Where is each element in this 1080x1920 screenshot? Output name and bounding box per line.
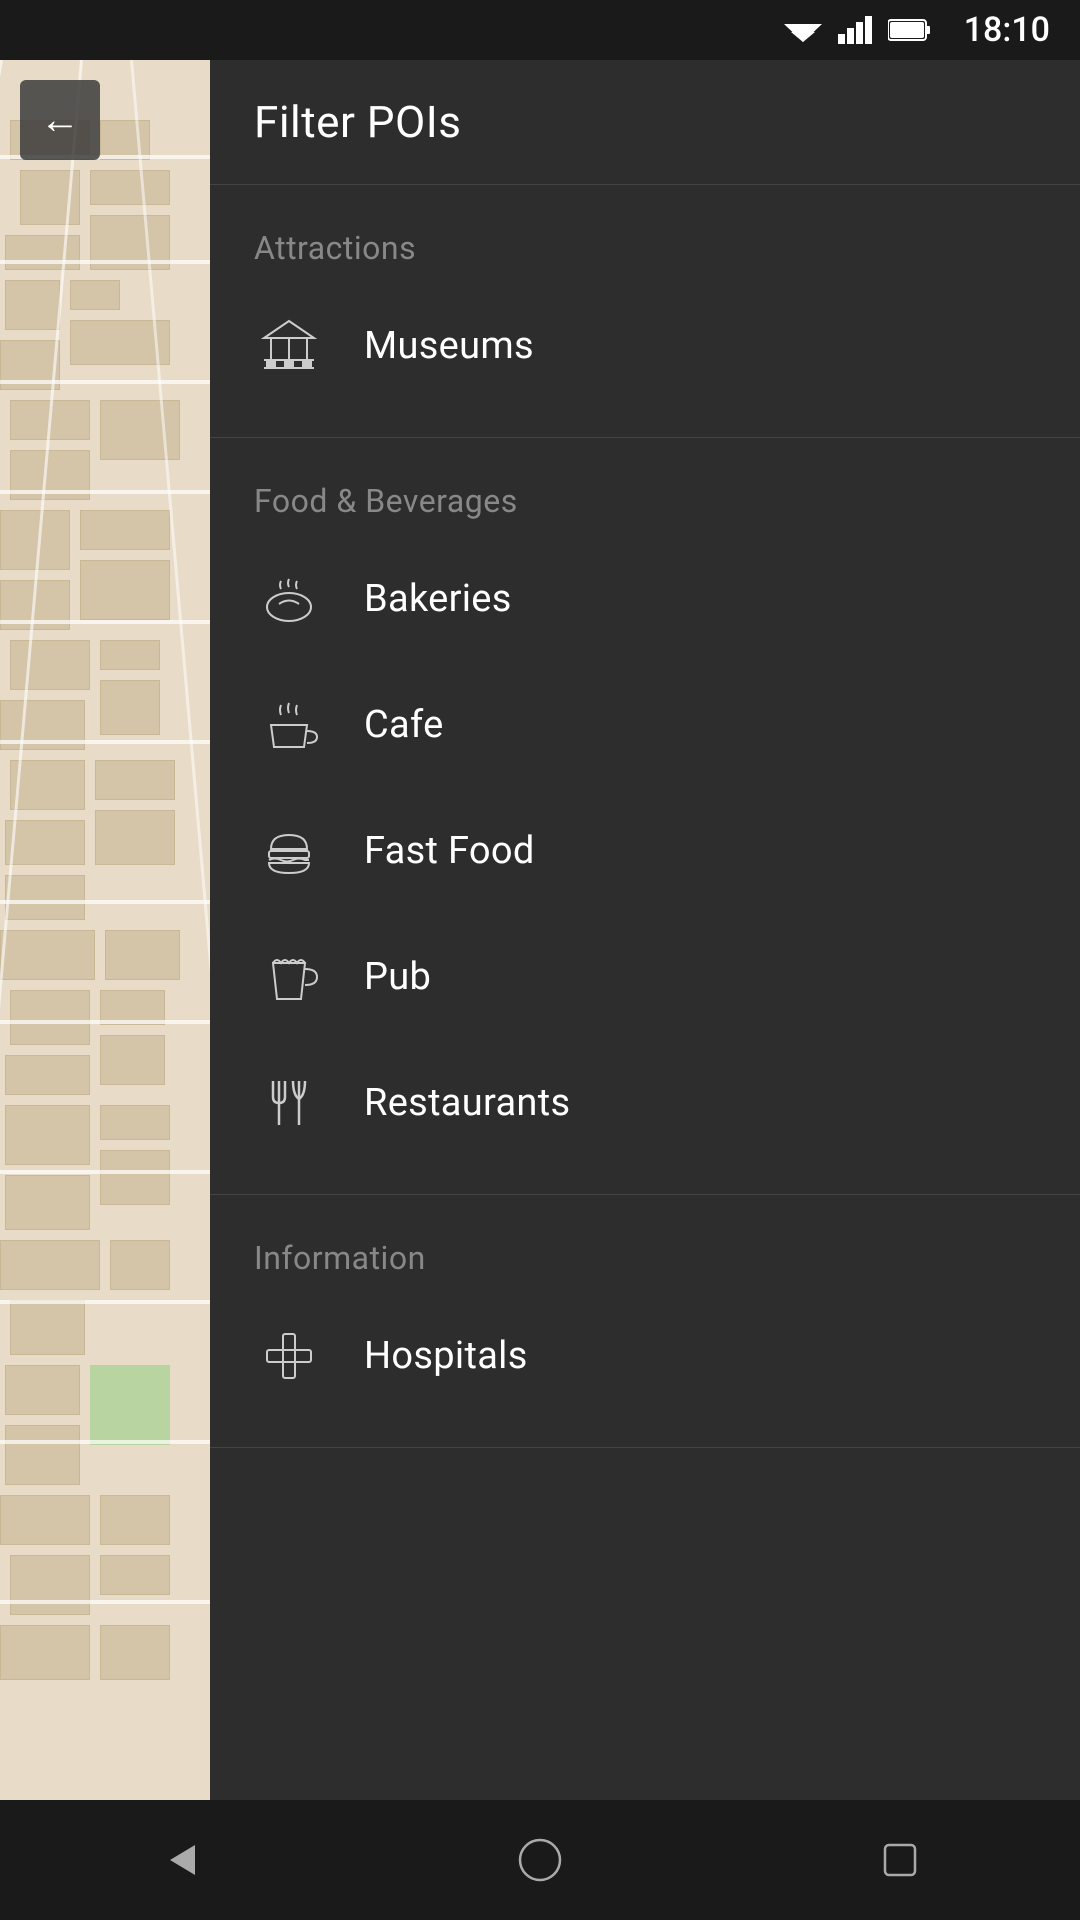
status-icons: 18:10 [784,10,1050,50]
status-time: 18:10 [964,10,1050,50]
poi-item-bakeries[interactable]: Bakeries [210,536,1080,662]
nav-back-button[interactable] [120,1825,240,1895]
poi-label-pub: Pub [364,955,431,999]
poi-item-fast-food[interactable]: Fast Food [210,788,1080,914]
panel-header: Filter POIs [210,60,1080,185]
bakery-icon [254,564,324,634]
restaurant-icon [254,1068,324,1138]
poi-label-hospitals: Hospitals [364,1334,528,1378]
battery-icon [888,18,932,42]
status-bar: 18:10 [0,0,1080,60]
poi-label-fast-food: Fast Food [364,829,535,873]
nav-recent-button[interactable] [840,1825,960,1895]
poi-item-pub[interactable]: Pub [210,914,1080,1040]
poi-label-bakeries: Bakeries [364,577,512,621]
signal-icon [838,16,872,44]
navigation-bar [0,1800,1080,1920]
map-canvas [0,60,210,1860]
poi-label-restaurants: Restaurants [364,1081,570,1125]
cafe-icon [254,690,324,760]
fastfood-icon [254,816,324,886]
section-label-attractions: Attractions [210,213,1080,283]
nav-recent-icon [875,1835,925,1885]
museum-icon [254,311,324,381]
section-information: Information Hospitals [210,1195,1080,1448]
back-arrow-icon: ← [40,100,80,140]
poi-item-restaurants[interactable]: Restaurants [210,1040,1080,1166]
pub-icon [254,942,324,1012]
hospital-icon [254,1321,324,1391]
wifi-icon [784,16,822,44]
nav-home-button[interactable] [480,1825,600,1895]
back-button[interactable]: ← [20,80,100,160]
poi-item-hospitals[interactable]: Hospitals [210,1293,1080,1419]
filter-panel: Filter POIs Attractions Muse [210,60,1080,1860]
poi-item-museums[interactable]: Museums [210,283,1080,409]
nav-back-icon [155,1835,205,1885]
poi-label-museums: Museums [364,324,534,368]
poi-label-cafe: Cafe [364,703,444,747]
nav-home-icon [515,1835,565,1885]
panel-title: Filter POIs [254,96,461,148]
section-attractions: Attractions Museums [210,185,1080,438]
poi-item-cafe[interactable]: Cafe [210,662,1080,788]
map-area [0,60,210,1860]
section-food-beverages: Food & Beverages Bakeries [210,438,1080,1195]
section-label-information: Information [210,1223,1080,1293]
section-label-food: Food & Beverages [210,466,1080,536]
